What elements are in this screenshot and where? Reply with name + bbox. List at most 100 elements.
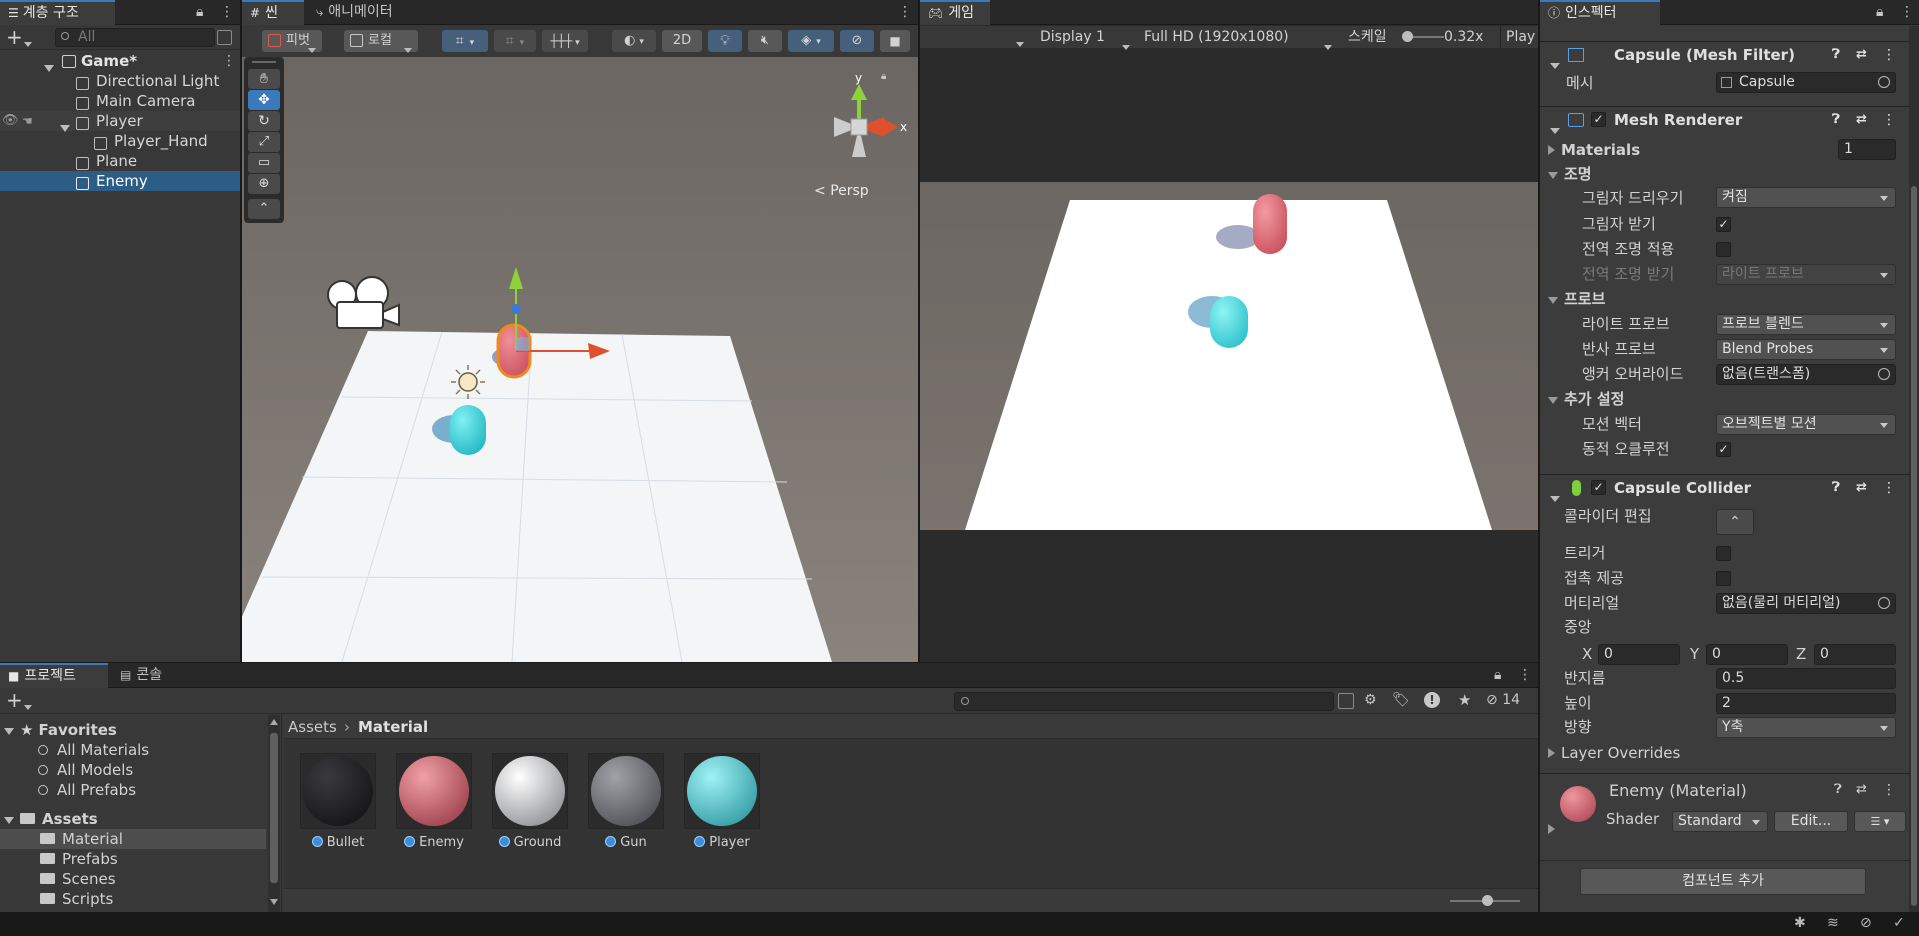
lighting-foldout[interactable]: 조명 xyxy=(1548,163,1592,185)
transform-tool-icon[interactable]: ⊕ xyxy=(248,174,280,194)
tree-scrollbar-thumb[interactable] xyxy=(270,733,278,883)
camera-settings-button[interactable]: ■ xyxy=(880,30,910,52)
contribute-gi-checkbox[interactable] xyxy=(1716,242,1731,257)
mesh-filter-header[interactable]: Capsule (Mesh Filter) ❓︎ ⇄ ⋮ xyxy=(1540,41,1910,69)
direction-dropdown[interactable]: Y축 xyxy=(1716,717,1896,738)
center-y-field[interactable]: 0 xyxy=(1706,644,1788,665)
folder-item-scenes[interactable]: Scenes xyxy=(40,869,116,889)
material-menu-icon[interactable]: ⋮ xyxy=(1882,782,1896,798)
mesh-renderer-header[interactable]: ✓ Mesh Renderer ❓︎ ⇄ ⋮ xyxy=(1540,106,1910,134)
scroll-up-icon[interactable] xyxy=(270,719,278,725)
object-picker-icon[interactable] xyxy=(1878,368,1890,380)
center-z-field[interactable]: 0 xyxy=(1814,644,1896,665)
search-mode-icon[interactable] xyxy=(1338,693,1354,709)
favorite-star-icon[interactable]: ★ xyxy=(1458,691,1471,709)
inspector-scrollbar-thumb[interactable] xyxy=(1911,186,1917,906)
light-probes-dropdown[interactable]: 프로브 블렌드 xyxy=(1716,314,1896,335)
help-icon[interactable]: ❓︎ xyxy=(1834,782,1842,797)
game-mode-dropdown-icon[interactable] xyxy=(1016,35,1024,51)
add-component-button[interactable]: 컴포넌트 추가 xyxy=(1580,868,1866,895)
increment-snap-button[interactable]: ⌗ ▾ xyxy=(494,30,536,52)
presets-icon[interactable]: ⇄ xyxy=(1856,475,1867,501)
move-tool-icon[interactable]: ✥ xyxy=(248,90,280,110)
hierarchy-item-main-camera[interactable]: Main Camera xyxy=(0,91,240,111)
add-icon[interactable]: + xyxy=(6,27,23,47)
favorite-item-all-models[interactable]: All Models xyxy=(38,760,133,780)
scale-slider-thumb[interactable] xyxy=(1402,31,1413,42)
hierarchy-item-player-hand[interactable]: Player_Hand xyxy=(0,131,240,151)
mesh-renderer-enabled-checkbox[interactable]: ✓ xyxy=(1591,112,1606,127)
probes-foldout[interactable]: 프로브 xyxy=(1548,288,1605,310)
height-field[interactable]: 2 xyxy=(1716,693,1896,714)
layers-icon[interactable]: ≋ xyxy=(1827,915,1839,931)
breadcrumb-root[interactable]: Assets xyxy=(288,718,337,736)
component-menu-icon[interactable]: ⋮ xyxy=(1882,42,1896,68)
scale-tool-icon[interactable]: ⤢ xyxy=(248,132,280,152)
assets-foldout[interactable]: Assets xyxy=(4,809,98,829)
add-dropdown-icon[interactable] xyxy=(24,35,32,51)
game-render[interactable] xyxy=(920,182,1538,530)
hierarchy-menu-icon[interactable]: ⋮ xyxy=(220,5,234,19)
project-menu-icon[interactable]: ⋮ xyxy=(1518,668,1532,682)
presets-icon[interactable]: ⇄ xyxy=(1856,782,1867,797)
mesh-field[interactable]: Capsule xyxy=(1716,72,1896,93)
collider-material-field[interactable]: 없음(물리 머티리얼) xyxy=(1716,593,1896,614)
hierarchy-item-plane[interactable]: Plane xyxy=(0,151,240,171)
component-menu-icon[interactable]: ⋮ xyxy=(1882,475,1896,501)
hand-tool-icon[interactable]: ✋︎ xyxy=(248,69,280,89)
motion-vectors-dropdown[interactable]: 오브젝트별 모션 xyxy=(1716,414,1896,435)
lock-icon[interactable]: 🔒︎ xyxy=(1876,4,1883,20)
scene-row[interactable]: Game* ⋮ xyxy=(0,51,240,72)
capsule-collider-enabled-checkbox[interactable]: ✓ xyxy=(1591,480,1606,495)
help-icon[interactable]: ❓︎ xyxy=(1832,475,1840,501)
help-icon[interactable]: ❓︎ xyxy=(1832,107,1840,133)
visibility-eye-icon[interactable]: 👁︎ xyxy=(2,111,19,131)
custom-tool-icon[interactable]: ⌃ xyxy=(248,199,280,219)
collapse-icon[interactable] xyxy=(1550,51,1560,77)
filter-by-label-icon[interactable]: 🏷︎ xyxy=(1392,692,1410,708)
inspector-scrollbar[interactable] xyxy=(1909,26,1919,912)
shader-edit-button[interactable]: Edit... xyxy=(1774,811,1848,832)
scene-menu-icon[interactable]: ⋮ xyxy=(898,5,912,19)
asset-tile-enemy[interactable]: Enemy xyxy=(394,753,474,850)
project-search-input[interactable] xyxy=(954,692,1334,711)
ruler-button[interactable]: ┼┼┼ ▾ xyxy=(542,30,588,52)
filter-by-type-icon[interactable]: ⚙︎ xyxy=(1364,692,1377,708)
shading-mode-button[interactable]: ◐ ▾ xyxy=(612,30,656,52)
materials-count-field[interactable]: 1 xyxy=(1838,139,1896,160)
lighting-toggle-button[interactable]: 💡︎ xyxy=(708,30,742,52)
tab-project[interactable]: ■ 프로젝트 xyxy=(0,663,108,688)
local-dropdown[interactable]: 로컬 xyxy=(344,30,418,53)
favorite-item-all-prefabs[interactable]: All Prefabs xyxy=(38,780,136,800)
player-capsule[interactable] xyxy=(450,405,486,455)
materials-foldout[interactable]: Materials xyxy=(1548,139,1640,161)
inspector-menu-icon[interactable]: ⋮ xyxy=(1900,5,1914,19)
hidden-objects-toggle-button[interactable]: ⊘ xyxy=(840,30,874,52)
tab-scene[interactable]: # 씬 xyxy=(242,0,304,25)
hierarchy-item-directional-light[interactable]: Directional Light xyxy=(0,71,240,91)
presets-icon[interactable]: ⇄ xyxy=(1856,107,1867,133)
tree-scrollbar[interactable] xyxy=(268,715,280,912)
help-icon[interactable]: ❓︎ xyxy=(1832,42,1840,68)
provides-contacts-checkbox[interactable] xyxy=(1716,571,1731,586)
radius-field[interactable]: 0.5 xyxy=(1716,668,1896,689)
tab-animator[interactable]: ⤷ 애니메이터 xyxy=(308,0,428,25)
capsule-collider-header[interactable]: ✓ Capsule Collider ❓︎ ⇄ ⋮ xyxy=(1540,474,1910,502)
object-picker-icon[interactable] xyxy=(1878,76,1890,88)
collapse-icon[interactable] xyxy=(1550,484,1560,510)
additional-settings-foldout[interactable]: 추가 설정 xyxy=(1548,388,1624,410)
anchor-override-field[interactable]: 없음(트랜스폼) xyxy=(1716,364,1896,385)
status-check-icon[interactable]: ✓ xyxy=(1893,915,1905,931)
lock-icon[interactable]: 🔒︎ xyxy=(1494,667,1501,683)
trigger-checkbox[interactable] xyxy=(1716,546,1731,561)
folder-item-prefabs[interactable]: Prefabs xyxy=(40,849,118,869)
asset-tile-ground[interactable]: Ground xyxy=(490,753,570,850)
scroll-down-icon[interactable] xyxy=(270,899,278,905)
scene-menu-icon[interactable]: ⋮ xyxy=(222,54,236,68)
gizmo-lock-icon[interactable]: 🔒︎ xyxy=(881,71,886,82)
tab-hierarchy[interactable]: ☰ 계층 구조 xyxy=(0,0,115,25)
warning-filter-icon[interactable]: ! xyxy=(1424,692,1440,708)
hierarchy-item-player[interactable]: 👁︎ ☚ Player xyxy=(0,111,240,132)
asset-tile-player[interactable]: Player xyxy=(682,753,762,850)
hierarchy-item-enemy[interactable]: Enemy xyxy=(0,171,240,191)
